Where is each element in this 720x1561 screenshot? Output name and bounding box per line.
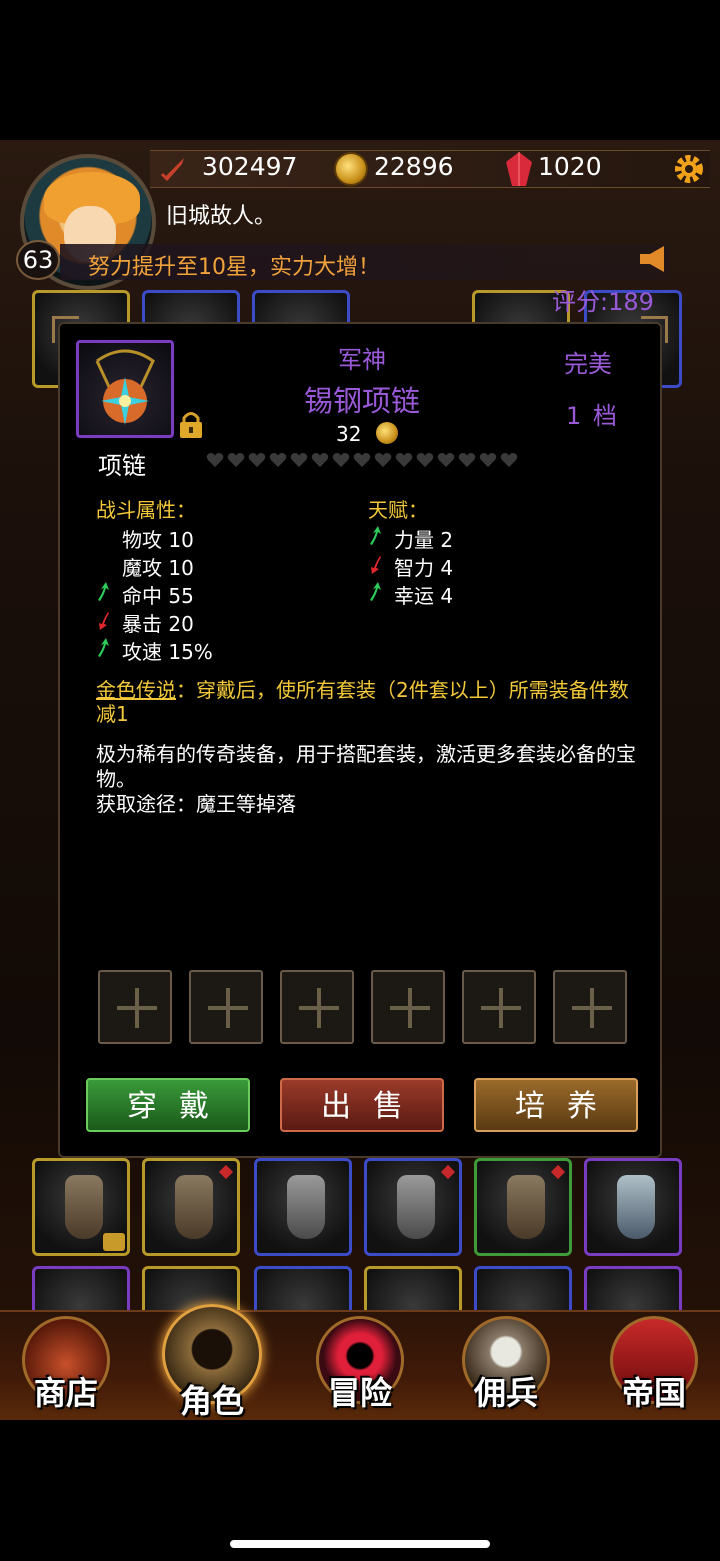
inventory-slot[interactable]: [474, 1158, 572, 1256]
banner-text: 努力提升至10星，实力大增！: [88, 255, 380, 280]
arrow-up-icon: [98, 638, 109, 657]
stat-row: 暴击 20: [122, 612, 194, 636]
legendary-effect-text: ：穿戴后，使所有套装（2件套以上）所需装备件数减1: [96, 678, 629, 726]
nav-label-shop: 商店: [33, 1374, 98, 1412]
inventory-slot[interactable]: [254, 1158, 352, 1256]
item-description-block: 极为稀有的传奇装备，用于搭配套装，激活更多套装必备的宝物。 获取途径：魔王等掉落: [96, 742, 636, 817]
sell-button[interactable]: 出售: [280, 1078, 444, 1132]
empty-heart-icon: [395, 453, 413, 467]
stat-row: 魔攻 10: [122, 556, 194, 580]
empty-heart-icon: [437, 453, 455, 467]
item-detail-popup: 军神 锡钢项链 32 完美 1 档 项链 战斗属性： 物攻 10 魔攻 10 命中 …: [52, 316, 668, 1158]
boots-icon: [507, 1175, 545, 1239]
gold-coin-icon: [334, 152, 368, 186]
gold-coin-icon: [376, 422, 398, 444]
nav-item-shop[interactable]: 商店: [16, 1316, 116, 1416]
boots-icon: [617, 1175, 655, 1239]
empty-heart-icon: [374, 453, 392, 467]
nav-item-character[interactable]: 角色: [162, 1304, 262, 1420]
empty-heart-icon: [227, 453, 245, 467]
empty-heart-icon: [479, 453, 497, 467]
combat-stats-title: 战斗属性：: [96, 498, 196, 522]
boots-icon: [175, 1175, 213, 1239]
player-header: 302497 22896 1020 63 旧城故人。 努力提升至10星，实力大增…: [0, 140, 720, 290]
nav-item-adventure[interactable]: 冒险: [310, 1316, 410, 1416]
add-gem-socket[interactable]: [280, 970, 354, 1044]
boots-icon: [65, 1175, 103, 1239]
add-gem-socket[interactable]: [462, 970, 536, 1044]
arrow-down-icon: [371, 556, 381, 574]
empty-heart-icon: [332, 453, 350, 467]
nav-item-mercenary[interactable]: 佣兵: [456, 1316, 556, 1416]
train-button[interactable]: 培养: [474, 1078, 638, 1132]
legendary-effect: 金色传说：穿戴后，使所有套装（2件套以上）所需装备件数减1: [96, 678, 636, 726]
arrow-up-icon: [370, 526, 381, 545]
stat-row: 幸运 4: [394, 584, 454, 608]
legendary-effect-key: 金色传说: [96, 678, 176, 702]
inventory-slot[interactable]: [364, 1158, 462, 1256]
empty-heart-icon: [311, 453, 329, 467]
score-label: 评分:189: [552, 288, 654, 316]
player-level-badge: 63: [16, 240, 60, 280]
stat-row: 物攻 10: [122, 528, 194, 552]
stat-row: 命中 55: [122, 584, 194, 608]
empty-heart-icon: [290, 453, 308, 467]
item-price: 32: [336, 422, 362, 446]
item-type: 项链: [98, 452, 146, 480]
empty-heart-icon: [416, 453, 434, 467]
talents-title: 天赋：: [368, 498, 428, 522]
ruby-icon: [506, 152, 532, 186]
item-description: 极为稀有的传奇装备，用于搭配套装，激活更多套装必备的宝物。: [96, 742, 636, 791]
empty-heart-icon: [248, 453, 266, 467]
item-quality: 完美: [564, 350, 612, 378]
empty-heart-icon: [206, 453, 224, 467]
nav-label-empire: 帝国: [621, 1374, 686, 1412]
boots-icon: [397, 1175, 435, 1239]
lock-icon: [103, 1233, 125, 1251]
stat-row: 攻速 15%: [122, 640, 213, 664]
new-marker-icon: [218, 1164, 234, 1180]
inventory-slot[interactable]: [584, 1158, 682, 1256]
add-gem-socket[interactable]: [371, 970, 445, 1044]
sword-icon: [160, 158, 184, 182]
arrow-up-icon: [98, 582, 109, 601]
arrow-up-icon: [370, 582, 381, 601]
inventory-slot[interactable]: [32, 1158, 130, 1256]
gear-icon[interactable]: [672, 152, 706, 186]
announcement-banner: 努力提升至10星，实力大增！: [60, 244, 670, 280]
power-value: 302497: [202, 152, 298, 181]
nav-label-adventure: 冒险: [327, 1374, 392, 1412]
empty-heart-icon: [458, 453, 476, 467]
boots-icon: [287, 1175, 325, 1239]
home-indicator[interactable]: [230, 1540, 490, 1548]
nav-item-empire[interactable]: 帝国: [604, 1316, 704, 1416]
nav-label-character: 角色: [179, 1382, 244, 1420]
gold-value: 22896: [374, 152, 454, 181]
empty-heart-icon: [269, 453, 287, 467]
chat-message: 旧城故人。: [166, 204, 277, 229]
item-source: 获取途径：魔王等掉落: [96, 792, 296, 816]
equip-button[interactable]: 穿戴: [86, 1078, 250, 1132]
stat-row: 力量 2: [394, 528, 454, 552]
empty-heart-icon: [353, 453, 371, 467]
inventory-slot[interactable]: [142, 1158, 240, 1256]
megaphone-icon[interactable]: [636, 244, 672, 274]
stat-row: 智力 4: [394, 556, 454, 580]
new-marker-icon: [440, 1164, 456, 1180]
nav-label-mercenary: 佣兵: [473, 1374, 538, 1412]
arrow-down-icon: [99, 612, 109, 630]
star-rating: [206, 452, 518, 468]
gem-value: 1020: [538, 152, 602, 181]
bottom-navigation: 商店 角色 冒险 佣兵 帝国: [0, 1304, 720, 1420]
empty-heart-icon: [500, 453, 518, 467]
new-marker-icon: [550, 1164, 566, 1180]
add-gem-socket[interactable]: [98, 970, 172, 1044]
add-gem-socket[interactable]: [553, 970, 627, 1044]
item-grade: 1 档: [566, 402, 619, 430]
add-gem-socket[interactable]: [189, 970, 263, 1044]
